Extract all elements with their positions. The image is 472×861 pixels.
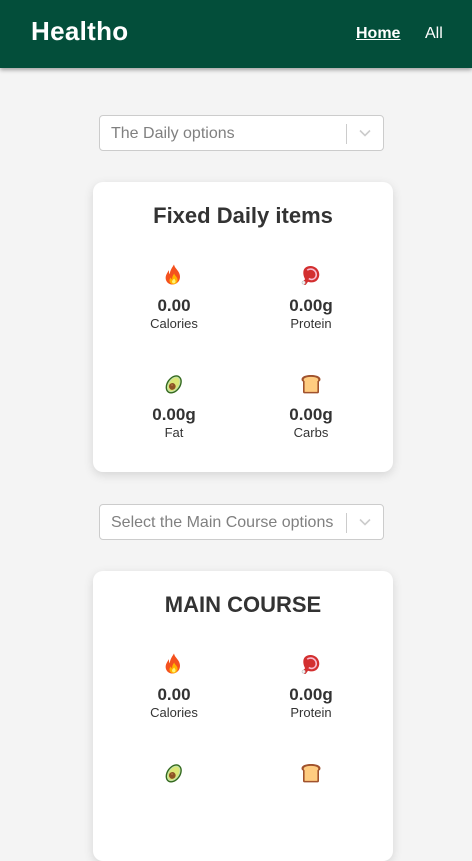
bread-icon	[299, 372, 323, 396]
avocado-icon	[162, 372, 186, 396]
stat-label: Calories	[150, 316, 198, 331]
stat-value: 0.00g	[152, 405, 196, 424]
stat-label: Calories	[150, 705, 198, 720]
stat-fat	[114, 761, 234, 785]
select-placeholder: Select the Main Course options	[111, 514, 334, 531]
avocado-icon	[162, 761, 186, 785]
stat-label: Protein	[290, 705, 332, 720]
stat-value: 0.00g	[289, 685, 333, 704]
stat-protein: 0.00g Protein	[251, 652, 371, 721]
stat-label: Fat	[164, 425, 184, 440]
meat-icon	[299, 652, 323, 676]
stat-carbs	[251, 761, 371, 785]
select-placeholder: The Daily options	[111, 125, 235, 142]
nav-link-all[interactable]: All	[425, 25, 443, 43]
chevron-down-icon[interactable]	[358, 517, 372, 527]
bread-icon	[299, 761, 323, 785]
select-separator	[346, 513, 347, 533]
daily-items-card: Fixed Daily items 0.00 Calories 0.00g Pr…	[93, 182, 393, 472]
stat-calories: 0.00 Calories	[114, 263, 234, 332]
fire-icon	[162, 652, 186, 676]
card-title: Fixed Daily items	[153, 203, 333, 228]
main-course-card: MAIN COURSE 0.00 Calories 0.00g Protein	[93, 571, 393, 861]
brand-logo[interactable]: Healtho	[31, 16, 128, 47]
stat-calories: 0.00 Calories	[114, 652, 234, 721]
card-title: MAIN COURSE	[164, 592, 322, 617]
stat-protein: 0.00g Protein	[251, 263, 371, 332]
fire-icon	[162, 263, 186, 287]
chevron-down-icon[interactable]	[358, 128, 372, 138]
stat-label: Carbs	[293, 425, 329, 440]
top-navbar: Healtho Home All	[0, 0, 472, 68]
main-course-options-select[interactable]: Select the Main Course options	[99, 504, 384, 540]
stat-label: Protein	[290, 316, 332, 331]
stat-fat: 0.00g Fat	[114, 372, 234, 441]
stat-value: 0.00g	[289, 296, 333, 315]
stat-value: 0.00	[157, 685, 191, 704]
stat-value: 0.00g	[289, 405, 333, 424]
stat-value: 0.00	[157, 296, 191, 315]
daily-options-select[interactable]: The Daily options	[99, 115, 384, 151]
nav-link-home[interactable]: Home	[356, 25, 400, 43]
select-separator	[346, 124, 347, 144]
stat-carbs: 0.00g Carbs	[251, 372, 371, 441]
meat-icon	[299, 263, 323, 287]
